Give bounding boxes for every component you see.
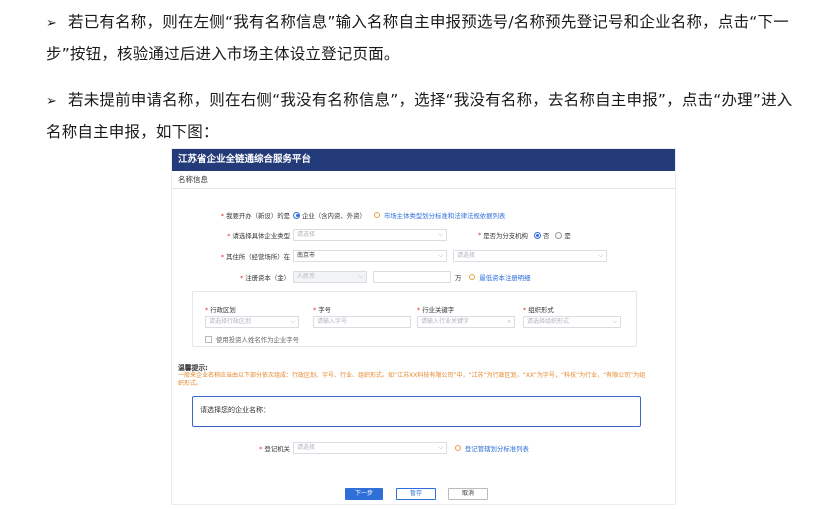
chevron-down-icon: ⌵: [438, 231, 443, 238]
capital-amount-input[interactable]: [373, 271, 451, 283]
info-icon: [373, 212, 380, 218]
region-select[interactable]: 请选择行政区划 ⌵: [205, 316, 299, 328]
notice-title: 温馨提示:: [178, 364, 208, 372]
region-label: 行政区划: [210, 306, 236, 314]
currency-select[interactable]: 人民币 ⌵: [293, 271, 367, 283]
portal-header: 江苏省企业全链通综合服务平台: [172, 149, 675, 171]
action-buttons: 下一步 暂存 取消: [172, 488, 675, 500]
chevron-down-icon: ⌵: [438, 444, 443, 451]
branch-no-radio[interactable]: [533, 231, 541, 239]
investor-name-checkbox[interactable]: [205, 335, 212, 343]
region-col: * 行政区划 请选择行政区划 ⌵: [205, 305, 299, 328]
arrow-bullet-icon: ➢: [46, 16, 58, 31]
portal-screenshot: 江苏省企业全链通综合服务平台 名称信息 * 我要开办（新设）的是 企业（含内资、外…: [171, 148, 676, 505]
org-form-select[interactable]: 请选择组织形式 ⌵: [523, 316, 621, 328]
registry-label: 登记机关: [264, 444, 290, 453]
trade-name-label: 字号: [318, 306, 331, 314]
chevron-down-icon: ⌵: [438, 252, 443, 259]
city-select[interactable]: 南京市 ⌵: [293, 250, 447, 262]
chevron-down-icon: ⌵: [598, 252, 603, 259]
district-select[interactable]: 请选择 ⌵: [453, 250, 607, 262]
registry-row: * 登记机关 请选择 ⌵ 登记管辖划分标准列表: [259, 442, 529, 454]
branch-yes-radio[interactable]: [555, 231, 563, 239]
investor-name-row: 使用投资人姓名作为企业字号: [205, 333, 299, 345]
enterprise-radio[interactable]: [293, 211, 300, 219]
info-icon: [469, 274, 476, 280]
chevron-down-icon: ⌵: [290, 318, 295, 325]
enterprise-radio-label: 企业（含内资、外资）: [302, 211, 366, 220]
chevron-down-icon: ⌵: [612, 318, 617, 325]
branch-row: * 是否为分支机构 否 是: [478, 231, 571, 240]
investor-name-label: 使用投资人姓名作为企业字号: [216, 335, 300, 344]
name-composition-panel: * 行政区划 请选择行政区划 ⌵ * 字号 请输入字号 * 行业关键字 请输入行业关键字…: [192, 291, 637, 347]
capital-unit: 万: [455, 273, 462, 282]
enterprise-kind-row: * 我要开办（新设）的是 企业（含内资、外资） 市场主体类型划分标准和法律法规依据…: [220, 211, 506, 220]
industry-col: * 行业关键字 请输入行业关键字 ⌕: [417, 305, 515, 328]
search-icon: ⌕: [507, 318, 511, 325]
cancel-button[interactable]: 取消: [448, 488, 488, 500]
enterprise-type-select[interactable]: 请选择 ⌵: [293, 229, 447, 241]
capital-row: * 注册资本（金） 人民币 ⌵ 万 最低资本注册明细: [240, 271, 531, 283]
market-type-standard-link[interactable]: 市场主体类型划分标准和法律法规依据列表: [384, 211, 505, 220]
org-form-col: * 组织形式 请选择组织形式 ⌵: [523, 305, 621, 328]
paragraph-text: 若未提前申请名称，则在右侧“我没有名称信息”，选择“我没有名称，去名称自主申报”…: [46, 91, 793, 141]
branch-label: 是否为分支机构: [483, 231, 528, 240]
info-icon: [455, 445, 461, 451]
trade-name-input[interactable]: 请输入字号: [313, 316, 411, 328]
instruction-paragraph-1: ➢ 若已有名称，则在左侧“我有名称信息”输入名称自主申报预选号/名称预先登记号和企…: [46, 7, 806, 69]
address-label: 其住所（经营场所）在: [226, 252, 290, 261]
trade-name-col: * 字号 请输入字号: [313, 305, 411, 328]
next-button[interactable]: 下一步: [345, 488, 383, 500]
org-form-label: 组织形式: [528, 306, 554, 314]
paragraph-text: 若已有名称，则在左侧“我有名称信息”输入名称自主申报预选号/名称预先登记号和企业…: [46, 13, 789, 63]
registry-select[interactable]: 请选择 ⌵: [293, 442, 447, 454]
capital-label: 注册资本（金）: [245, 273, 290, 282]
registry-standard-link[interactable]: 登记管辖划分标准列表: [465, 444, 529, 453]
page-subtitle: 名称信息: [172, 171, 675, 189]
min-capital-link[interactable]: 最低资本注册明细: [479, 273, 530, 282]
save-draft-button[interactable]: 暂存: [396, 488, 436, 500]
enterprise-type-label: 请选择具体企业类型: [232, 231, 290, 240]
address-row: * 其住所（经营场所）在 南京市 ⌵ 请选择 ⌵: [172, 250, 607, 262]
instruction-paragraph-2: ➢ 若未提前申请名称，则在右侧“我没有名称信息”，选择“我没有名称，去名称自主申报…: [46, 85, 806, 147]
enterprise-name-label: 请选择您的企业名称：: [200, 406, 270, 414]
enterprise-name-box[interactable]: 请选择您的企业名称：: [192, 396, 641, 427]
notice-text: 一般来企业名称应当由以下部分依次组成：行政区划、字号、行业、组织形式。如“江苏X…: [178, 372, 646, 387]
industry-label: 行业关键字: [422, 306, 455, 314]
enterprise-type-row: * 请选择具体企业类型 请选择 ⌵: [172, 229, 447, 241]
chevron-down-icon: ⌵: [358, 273, 363, 280]
arrow-bullet-icon: ➢: [46, 94, 58, 109]
industry-input[interactable]: 请输入行业关键字 ⌕: [417, 316, 515, 328]
enterprise-kind-label: 我要开办（新设）的是: [226, 211, 290, 220]
